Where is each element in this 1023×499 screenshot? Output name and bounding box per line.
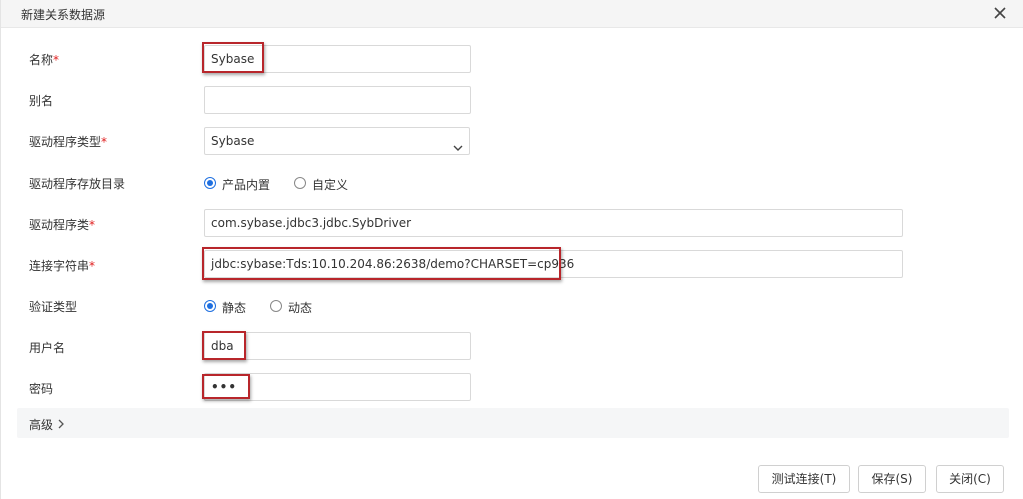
alias-input[interactable] [204, 86, 471, 114]
driver-class-label: 驱动程序类* [29, 218, 96, 232]
driver-dir-radio-group: 产品内置 自定义 [204, 177, 364, 193]
auth-dynamic-radio[interactable] [270, 300, 282, 312]
chevron-down-icon [453, 136, 463, 151]
name-input[interactable]: Sybase [204, 45, 471, 73]
chevron-right-icon [57, 418, 65, 429]
username-label: 用户名 [29, 341, 66, 355]
auth-dynamic-label: 动态 [288, 301, 313, 315]
driver-dir-custom-label: 自定义 [312, 178, 349, 192]
dialog-title: 新建关系数据源 [21, 8, 106, 22]
auth-static-label: 静态 [222, 301, 247, 315]
auth-static-radio[interactable] [204, 300, 216, 312]
advanced-label: 高级 [29, 418, 54, 432]
driver-type-select[interactable]: Sybase [204, 127, 470, 155]
driver-dir-label: 驱动程序存放目录 [29, 177, 126, 191]
auth-type-radio-group: 静态 动态 [204, 300, 334, 316]
driver-dir-builtin-label: 产品内置 [222, 178, 271, 192]
driver-type-label: 驱动程序类型* [29, 135, 108, 149]
close-icon[interactable] [991, 4, 1009, 22]
close-button[interactable]: 关闭(C) [936, 465, 1004, 493]
connection-string-input[interactable]: jdbc:sybase:Tds:10.10.204.86:2638/demo?C… [204, 250, 903, 278]
driver-dir-builtin-radio[interactable] [204, 177, 216, 189]
name-label: 名称* [29, 53, 60, 67]
password-input[interactable]: ••• [204, 373, 471, 401]
auth-type-label: 验证类型 [29, 300, 78, 314]
driver-type-selected: Sybase [211, 134, 255, 148]
driver-class-input[interactable]: com.sybase.jdbc3.jdbc.SybDriver [204, 209, 903, 237]
connection-string-label: 连接字符串* [29, 259, 96, 273]
driver-dir-custom-radio[interactable] [294, 177, 306, 189]
advanced-section-toggle[interactable]: 高级 [17, 408, 1009, 438]
password-label: 密码 [29, 382, 54, 396]
dialog-title-bar: 新建关系数据源 [1, 0, 1023, 28]
test-connection-button[interactable]: 测试连接(T) [758, 465, 850, 493]
new-relational-datasource-dialog: 新建关系数据源 名称* Sybase 别名 驱动程序类型* Sybase 驱动程… [0, 0, 1023, 499]
save-button[interactable]: 保存(S) [858, 465, 926, 493]
username-input[interactable]: dba [204, 332, 471, 360]
alias-label: 别名 [29, 94, 54, 108]
